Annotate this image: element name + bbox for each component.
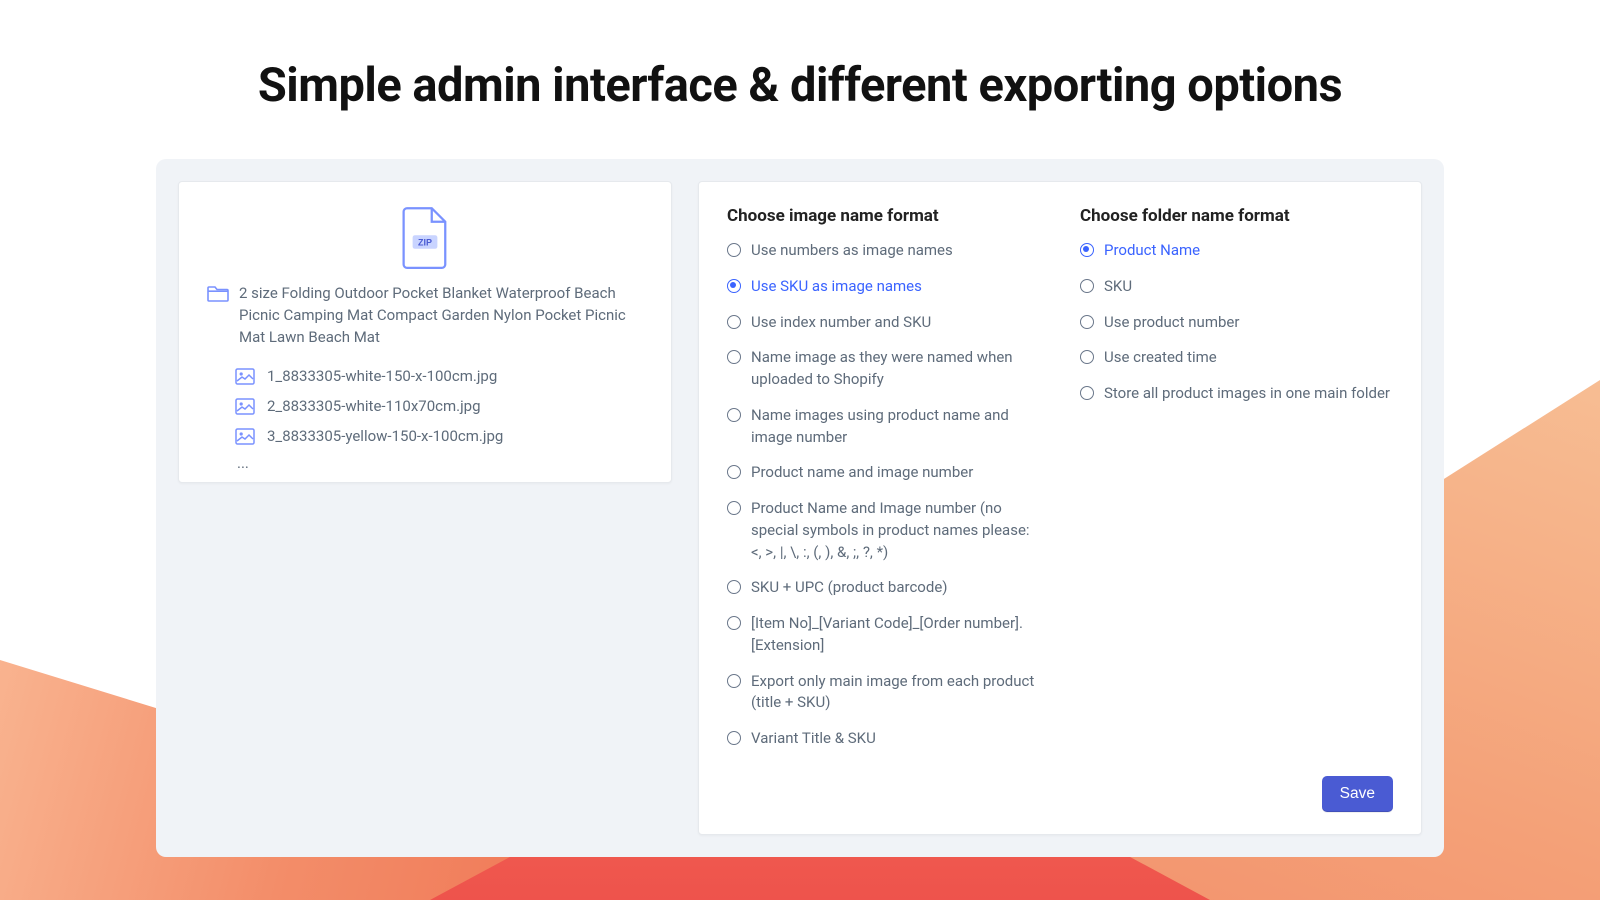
image-name-format-option-label: Use index number and SKU (751, 312, 931, 334)
radio-icon (1080, 243, 1094, 257)
svg-text:ZIP: ZIP (418, 237, 432, 247)
preview-file-name: 3_8833305-yellow-150-x-100cm.jpg (267, 424, 503, 448)
image-name-format-option-label: Use numbers as image names (751, 240, 953, 262)
preview-folder-name: 2 size Folding Outdoor Pocket Blanket Wa… (239, 283, 643, 348)
radio-icon (727, 731, 741, 745)
radio-icon (727, 465, 741, 479)
page-title: Simple admin interface & different expor… (0, 0, 1600, 113)
folder-name-format-option[interactable]: Product Name (1080, 240, 1393, 262)
image-name-format-option[interactable]: Product name and image number (727, 462, 1040, 484)
image-name-format-option[interactable]: [Item No]_[Variant Code]_[Order number].… (727, 613, 1040, 657)
radio-icon (727, 408, 741, 422)
export-preview-card: ZIP 2 size Folding Outdoor Pocket Blanke… (178, 181, 672, 483)
radio-icon (727, 315, 741, 329)
preview-folder-row: 2 size Folding Outdoor Pocket Blanket Wa… (207, 283, 643, 348)
image-name-format-option[interactable]: Use SKU as image names (727, 276, 1040, 298)
image-name-format-option-label: Export only main image from each product… (751, 671, 1040, 715)
folder-name-format-option-label: Store all product images in one main fol… (1104, 383, 1390, 405)
radio-icon (727, 279, 741, 293)
image-name-format-option[interactable]: Use index number and SKU (727, 312, 1040, 334)
radio-icon (727, 501, 741, 515)
image-file-icon (235, 368, 255, 385)
preview-file-name: 2_8833305-white-110x70cm.jpg (267, 394, 481, 418)
image-name-format-option-label: Name images using product name and image… (751, 405, 1040, 449)
image-name-format-option[interactable]: SKU + UPC (product barcode) (727, 577, 1040, 599)
folder-name-format-heading: Choose folder name format (1080, 206, 1393, 226)
image-name-format-option[interactable]: Use numbers as image names (727, 240, 1040, 262)
folder-name-format-option[interactable]: Store all product images in one main fol… (1080, 383, 1393, 405)
radio-icon (1080, 315, 1094, 329)
radio-icon (727, 616, 741, 630)
zip-file-icon: ZIP (398, 206, 452, 269)
folder-name-format-option-label: Product Name (1104, 240, 1200, 262)
folder-name-format-option[interactable]: Use product number (1080, 312, 1393, 334)
image-file-icon (235, 398, 255, 415)
folder-name-format-option-label: SKU (1104, 276, 1132, 298)
export-settings-card: Choose image name format Use numbers as … (698, 181, 1422, 835)
preview-file-name: 1_8833305-white-150-x-100cm.jpg (267, 364, 497, 388)
image-name-format-option-label: [Item No]_[Variant Code]_[Order number].… (751, 613, 1040, 657)
folder-name-format-option[interactable]: Use created time (1080, 347, 1393, 369)
image-name-format-option-label: Product Name and Image number (no specia… (751, 498, 1040, 563)
folder-icon (207, 285, 229, 303)
preview-file-row: 2_8833305-white-110x70cm.jpg (235, 394, 643, 418)
image-name-format-option[interactable]: Variant Title & SKU (727, 728, 1040, 750)
folder-name-format-option[interactable]: SKU (1080, 276, 1393, 298)
radio-icon (1080, 350, 1094, 364)
save-button[interactable]: Save (1322, 776, 1393, 812)
image-name-format-option-label: SKU + UPC (product barcode) (751, 577, 948, 599)
image-file-icon (235, 428, 255, 445)
image-name-format-option-label: Variant Title & SKU (751, 728, 876, 750)
image-name-format-option-label: Use SKU as image names (751, 276, 922, 298)
folder-name-format-option-label: Use created time (1104, 347, 1217, 369)
radio-icon (727, 580, 741, 594)
preview-file-row: 1_8833305-white-150-x-100cm.jpg (235, 364, 643, 388)
image-name-format-option-label: Name image as they were named when uploa… (751, 347, 1040, 391)
preview-file-row: 3_8833305-yellow-150-x-100cm.jpg (235, 424, 643, 448)
folder-name-format-group: Choose folder name format Product Name SK… (1080, 206, 1393, 750)
preview-file-list: 1_8833305-white-150-x-100cm.jpg 2_8833305… (235, 364, 643, 472)
image-name-format-option[interactable]: Name image as they were named when uploa… (727, 347, 1040, 391)
image-name-format-option[interactable]: Export only main image from each product… (727, 671, 1040, 715)
preview-ellipsis: ... (237, 454, 643, 472)
radio-icon (727, 674, 741, 688)
image-name-format-option-label: Product name and image number (751, 462, 973, 484)
image-name-format-heading: Choose image name format (727, 206, 1040, 226)
admin-panel: ZIP 2 size Folding Outdoor Pocket Blanke… (156, 159, 1444, 857)
image-name-format-group: Choose image name format Use numbers as … (727, 206, 1040, 750)
image-name-format-option[interactable]: Product Name and Image number (no specia… (727, 498, 1040, 563)
radio-icon (727, 350, 741, 364)
radio-icon (1080, 386, 1094, 400)
radio-icon (1080, 279, 1094, 293)
radio-icon (727, 243, 741, 257)
folder-name-format-option-label: Use product number (1104, 312, 1239, 334)
image-name-format-option[interactable]: Name images using product name and image… (727, 405, 1040, 449)
